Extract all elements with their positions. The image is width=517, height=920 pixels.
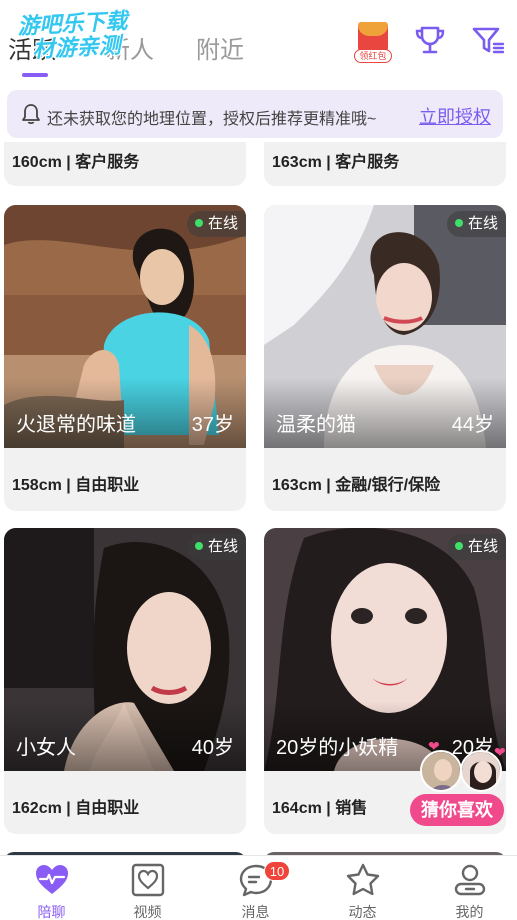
watermark: 游吧乐下载 材游亲测: [17, 8, 129, 63]
online-dot-icon: [194, 219, 203, 227]
star-icon: [346, 863, 380, 896]
nav-profile[interactable]: 我的: [418, 856, 517, 920]
heart-icon: ❤: [428, 738, 440, 754]
profile-icon: [454, 864, 486, 896]
nav-messages[interactable]: 10 消息: [204, 856, 307, 920]
trophy-icon[interactable]: [412, 22, 448, 58]
profile-card[interactable]: 在线 温柔的猫 44岁 163cm | 金融/银行/保险: [264, 205, 506, 511]
authorize-now-link[interactable]: 立即授权: [419, 103, 491, 129]
profile-info: 163cm | 客户服务: [272, 154, 400, 171]
video-heart-icon: [131, 863, 165, 897]
online-status-badge: 在线: [446, 211, 506, 237]
nav-moments[interactable]: 动态: [311, 856, 414, 920]
profile-card[interactable]: 在线 火退常的味道 37岁 158cm | 自由职业: [4, 205, 246, 511]
heartbeat-icon: [36, 865, 68, 894]
profile-age: 44岁: [451, 414, 494, 436]
nav-label: 动态: [348, 904, 377, 920]
bottom-navigation: 陪聊 视频 10 消息 动态 我的: [0, 855, 517, 920]
online-dot-icon: [454, 219, 463, 227]
online-status-badge: 在线: [446, 534, 506, 560]
nav-label: 我的: [455, 904, 484, 920]
red-envelope-button[interactable]: 领红包: [354, 22, 392, 64]
top-bar: 活跃 新人 附近 游吧乐下载 材游亲测 领红包: [0, 0, 517, 84]
unread-count-badge: 10: [264, 861, 290, 881]
watermark-line-2: 材游亲测: [32, 32, 122, 63]
nav-label: 消息: [241, 904, 270, 920]
profile-nickname: 小女人: [16, 737, 76, 759]
bell-icon: [22, 104, 40, 125]
guess-you-like-widget[interactable]: ❤ ❤ 猜你喜欢: [410, 738, 506, 828]
avatar: [420, 750, 462, 792]
profile-nickname: 温柔的猫: [276, 414, 356, 436]
profile-info: 163cm | 金融/银行/保险: [272, 477, 441, 494]
nav-label: 陪聊: [37, 904, 66, 920]
heart-icon: ❤: [494, 744, 506, 760]
nav-chat-companion[interactable]: 陪聊: [0, 856, 103, 920]
profile-nickname: 20岁的小妖精: [276, 737, 399, 759]
online-dot-icon: [194, 542, 203, 550]
profile-age: 37岁: [191, 414, 234, 436]
nav-label: 视频: [133, 904, 162, 920]
online-dot-icon: [454, 542, 463, 550]
location-notice-text: 还未获取您的地理位置，授权后推荐更精准哦~: [47, 111, 377, 128]
active-tab-indicator: [22, 73, 48, 77]
red-envelope-label: 领红包: [354, 49, 392, 63]
filter-icon[interactable]: [470, 22, 506, 58]
profile-card-partial[interactable]: 163cm | 客户服务: [264, 142, 506, 186]
profile-nickname: 火退常的味道: [16, 414, 136, 436]
guess-you-like-button[interactable]: 猜你喜欢: [410, 794, 504, 826]
online-status-badge: 在线: [186, 211, 246, 237]
tab-nearby[interactable]: 附近: [196, 30, 244, 65]
location-permission-banner: 还未获取您的地理位置，授权后推荐更精准哦~ 立即授权: [7, 90, 503, 138]
profile-info: 164cm | 销售: [272, 800, 368, 817]
profile-age: 40岁: [191, 737, 234, 759]
profile-info: 160cm | 客户服务: [12, 154, 140, 171]
profile-info: 158cm | 自由职业: [12, 477, 140, 494]
online-status-badge: 在线: [186, 534, 246, 560]
profile-card-partial[interactable]: 160cm | 客户服务: [4, 142, 246, 186]
profile-info: 162cm | 自由职业: [12, 800, 140, 817]
profile-card[interactable]: 在线 小女人 40岁 162cm | 自由职业: [4, 528, 246, 834]
nav-video[interactable]: 视频: [96, 856, 199, 920]
